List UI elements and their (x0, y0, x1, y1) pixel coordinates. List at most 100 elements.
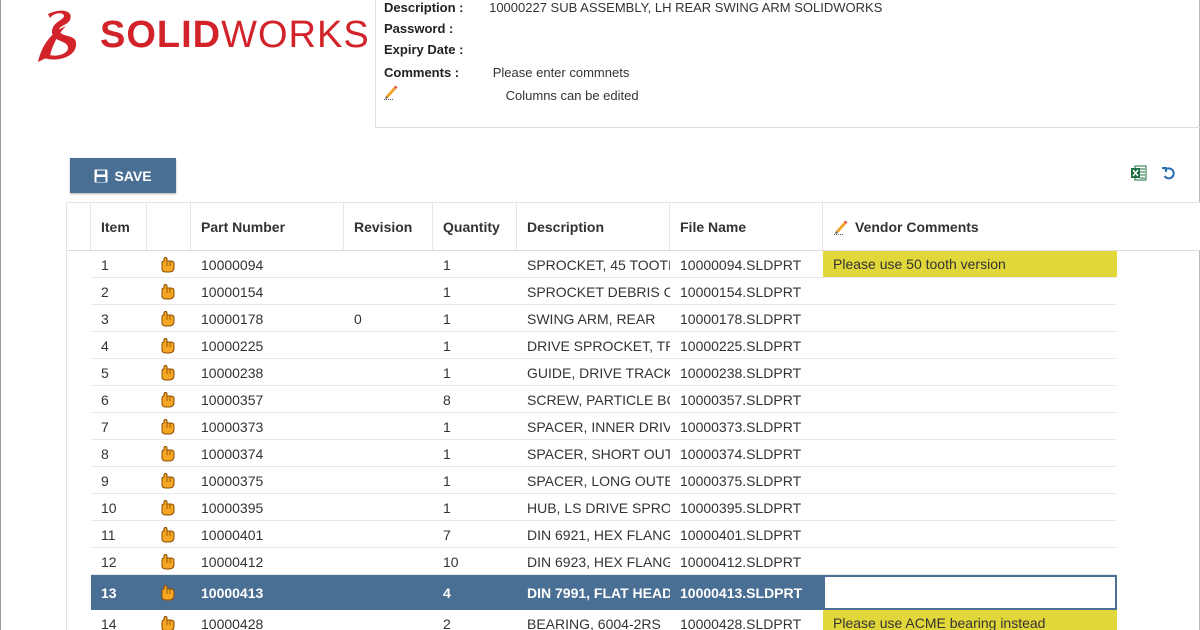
cell-vendor-comments[interactable] (823, 467, 1117, 493)
header-revision[interactable]: Revision (344, 203, 433, 250)
table-row[interactable]: 11 10000401 7 DIN 6921, HEX FLANGE 10000401.… (91, 521, 1200, 548)
cell-description[interactable]: SPROCKET DEBRIS CLEANER (517, 278, 670, 305)
cell-file-name[interactable]: 10000154.SLDPRT (670, 278, 823, 305)
cell-description[interactable]: SCREW, PARTICLE BOARD (517, 386, 670, 413)
cell-revision[interactable] (344, 332, 433, 359)
cell-file-name[interactable]: 10000225.SLDPRT (670, 332, 823, 359)
cell-item[interactable]: 2 (91, 278, 147, 305)
cell-file-name[interactable]: 10000412.SLDPRT (670, 548, 823, 575)
cell-part-type[interactable] (147, 413, 191, 440)
cell-revision[interactable] (344, 278, 433, 305)
cell-file-name[interactable]: 10000238.SLDPRT (670, 359, 823, 386)
cell-file-name[interactable]: 10000413.SLDPRT (670, 575, 823, 610)
cell-quantity[interactable]: 1 (433, 305, 517, 332)
cell-quantity[interactable]: 2 (433, 610, 517, 630)
cell-revision[interactable] (344, 610, 433, 630)
refresh-icon[interactable] (1160, 164, 1178, 182)
cell-part-type[interactable] (147, 386, 191, 413)
cell-file-name[interactable]: 10000178.SLDPRT (670, 305, 823, 332)
cell-file-name[interactable]: 10000428.SLDPRT (670, 610, 823, 630)
cell-vendor-comments[interactable] (823, 494, 1117, 520)
cell-revision[interactable] (344, 494, 433, 521)
cell-part-number[interactable]: 10000225 (191, 332, 344, 359)
table-row[interactable]: 1 10000094 1 SPROCKET, 45 TOOTH 10000094.SLD… (91, 251, 1200, 278)
cell-vendor-comments[interactable] (823, 305, 1117, 331)
cell-item[interactable]: 4 (91, 332, 147, 359)
cell-item[interactable]: 6 (91, 386, 147, 413)
cell-revision[interactable] (344, 386, 433, 413)
cell-item[interactable]: 14 (91, 610, 147, 630)
cell-part-type[interactable] (147, 278, 191, 305)
cell-vendor-comments[interactable]: Please use ACME bearing instead (823, 610, 1117, 630)
save-button[interactable]: SAVE (70, 158, 176, 193)
cell-revision[interactable] (344, 575, 433, 610)
cell-part-number[interactable]: 10000178 (191, 305, 344, 332)
table-row[interactable]: 8 10000374 1SPACER, SHORT OUTER10000374.SL… (91, 440, 1200, 467)
cell-part-number[interactable]: 10000357 (191, 386, 344, 413)
cell-part-type[interactable] (147, 332, 191, 359)
header-part-number[interactable]: Part Number (191, 203, 344, 250)
cell-part-number[interactable]: 10000395 (191, 494, 344, 521)
cell-description[interactable]: GUIDE, DRIVE TRACK (517, 359, 670, 386)
cell-revision[interactable] (344, 413, 433, 440)
cell-part-number[interactable]: 10000375 (191, 467, 344, 494)
cell-quantity[interactable]: 1 (433, 359, 517, 386)
cell-part-type[interactable] (147, 251, 191, 278)
cell-item[interactable]: 3 (91, 305, 147, 332)
table-row[interactable]: 5 10000238 1 GUIDE, DRIVE TRACK 10000238.SLD… (91, 359, 1200, 386)
cell-revision[interactable] (344, 521, 433, 548)
table-row[interactable]: 12 10000412 10 DIN 6923, HEX FLANGE 10000412… (91, 548, 1200, 575)
cell-part-number[interactable]: 10000154 (191, 278, 344, 305)
cell-description[interactable]: SPACER, SHORT OUTER (517, 440, 670, 467)
cell-description[interactable]: BEARING, 6004-2RS (517, 610, 670, 630)
cell-part-type[interactable] (147, 494, 191, 521)
cell-description[interactable]: SPACER, INNER DRIVE (517, 413, 670, 440)
cell-quantity[interactable]: 1 (433, 332, 517, 359)
cell-part-type[interactable] (147, 305, 191, 332)
cell-vendor-comments[interactable] (823, 332, 1117, 358)
cell-vendor-comments[interactable] (823, 548, 1117, 574)
cell-quantity[interactable]: 1 (433, 413, 517, 440)
header-file-name[interactable]: File Name (670, 203, 823, 250)
cell-part-number[interactable]: 10000413 (191, 575, 344, 610)
cell-file-name[interactable]: 10000094.SLDPRT (670, 251, 823, 278)
comments-value[interactable]: Please enter commnets (493, 65, 630, 80)
cell-part-number[interactable]: 10000374 (191, 440, 344, 467)
table-row[interactable]: 4 10000225 1DRIVE SPROCKET, TRACK10000225.… (91, 332, 1200, 359)
cell-revision[interactable] (344, 440, 433, 467)
cell-quantity[interactable]: 1 (433, 278, 517, 305)
cell-quantity[interactable]: 10 (433, 548, 517, 575)
header-vendor-comments[interactable]: Vendor Comments (823, 203, 1200, 250)
cell-item[interactable]: 9 (91, 467, 147, 494)
cell-quantity[interactable]: 1 (433, 440, 517, 467)
cell-part-number[interactable]: 10000238 (191, 359, 344, 386)
cell-part-number[interactable]: 10000428 (191, 610, 344, 630)
cell-item[interactable]: 12 (91, 548, 147, 575)
cell-quantity[interactable]: 1 (433, 251, 517, 278)
cell-vendor-comments[interactable]: Please use 50 tooth version (823, 251, 1117, 277)
cell-description[interactable]: DIN 6923, HEX FLANGE (517, 548, 670, 575)
cell-part-number[interactable]: 10000094 (191, 251, 344, 278)
cell-item[interactable]: 8 (91, 440, 147, 467)
table-row[interactable]: 13 10000413 4 DIN 7991, FLAT HEAD 10000413.S… (91, 575, 1117, 610)
cell-description[interactable]: SPROCKET, 45 TOOTH (517, 251, 670, 278)
cell-description[interactable]: DIN 6921, HEX FLANGE (517, 521, 670, 548)
cell-revision[interactable] (344, 467, 433, 494)
header-quantity[interactable]: Quantity (433, 203, 517, 250)
cell-quantity[interactable]: 7 (433, 521, 517, 548)
header-icon[interactable] (147, 203, 191, 250)
cell-file-name[interactable]: 10000357.SLDPRT (670, 386, 823, 413)
cell-part-number[interactable]: 10000412 (191, 548, 344, 575)
table-row[interactable]: 6 10000357 8SCREW, PARTICLE BOARD10000357.… (91, 386, 1200, 413)
cell-part-type[interactable] (147, 548, 191, 575)
table-row[interactable]: 10 10000395 1HUB, LS DRIVE SPROCKET1000039… (91, 494, 1200, 521)
header-description[interactable]: Description (517, 203, 670, 250)
cell-file-name[interactable]: 10000373.SLDPRT (670, 413, 823, 440)
cell-part-type[interactable] (147, 359, 191, 386)
cell-revision[interactable] (344, 548, 433, 575)
cell-item[interactable]: 1 (91, 251, 147, 278)
cell-description[interactable]: SPACER, LONG OUTER (517, 467, 670, 494)
cell-revision[interactable]: 0 (344, 305, 433, 332)
cell-part-number[interactable]: 10000401 (191, 521, 344, 548)
cell-item[interactable]: 5 (91, 359, 147, 386)
